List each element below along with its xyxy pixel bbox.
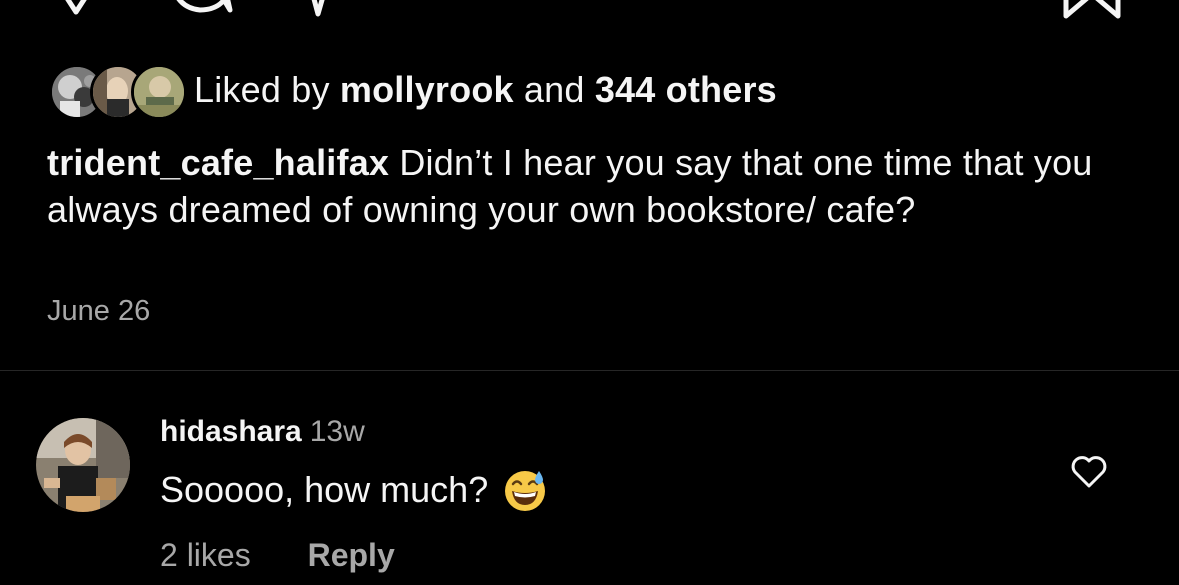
post-date: June 26 <box>47 295 151 327</box>
comment-username[interactable]: hidashara <box>160 415 302 448</box>
caption-username[interactable]: trident_cafe_halifax <box>47 142 389 183</box>
bookmark-icon[interactable] <box>1060 0 1124 20</box>
post-action-bar <box>0 0 1179 22</box>
divider <box>0 370 1179 371</box>
likes-summary[interactable]: Liked by mollyrook and 344 others <box>47 62 777 120</box>
liker-avatar <box>131 64 187 120</box>
comment-meta: 2 likes Reply <box>160 537 395 574</box>
comment-likes[interactable]: 2 likes <box>160 537 251 574</box>
liked-by-username[interactable]: mollyrook <box>340 69 514 110</box>
commenter-avatar[interactable] <box>36 418 130 512</box>
liked-by-middle: and <box>513 69 595 110</box>
comment-body: Sooooo, how much? <box>160 467 548 513</box>
comment-header: hidashara 13w <box>160 415 365 449</box>
like-heart-icon[interactable] <box>48 0 104 20</box>
liked-by-count[interactable]: 344 others <box>595 69 777 110</box>
share-icon[interactable] <box>300 0 340 20</box>
grinning-sweat-emoji-icon <box>502 467 548 513</box>
comment-icon[interactable] <box>168 0 234 20</box>
heart-icon <box>1071 456 1107 488</box>
liked-by-prefix: Liked by <box>194 69 340 110</box>
comment-like-button[interactable] <box>1070 454 1108 490</box>
reply-button[interactable]: Reply <box>308 537 395 574</box>
post-caption: trident_cafe_halifax Didn’t I hear you s… <box>47 139 1127 233</box>
comment-text: Sooooo, how much? <box>160 469 489 510</box>
liker-avatars[interactable] <box>47 62 187 120</box>
comment-time: 13w <box>309 415 365 448</box>
liked-by-text[interactable]: Liked by mollyrook and 344 others <box>194 69 777 111</box>
